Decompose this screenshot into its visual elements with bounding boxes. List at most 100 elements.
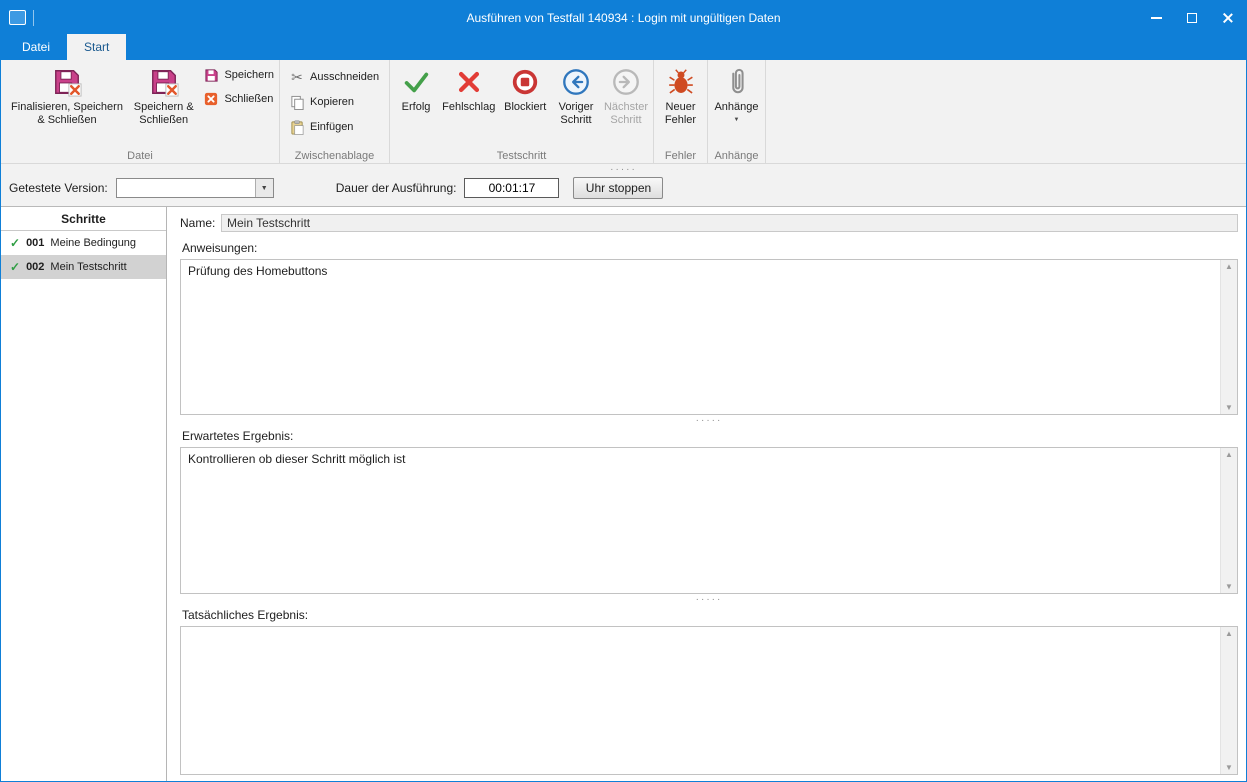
paste-button[interactable]: Einfügen	[289, 119, 384, 135]
group-label-testschritt: Testschritt	[390, 150, 653, 162]
expected-result-scrollbar[interactable]: ▲ ▼	[1220, 448, 1237, 593]
copy-button[interactable]: Kopieren	[289, 94, 384, 110]
paperclip-icon	[724, 66, 750, 98]
steps-panel: Schritte ✓ 001 Meine Bedingung ✓ 002 Mei…	[1, 207, 167, 781]
blocked-button[interactable]: Blockiert	[500, 63, 550, 147]
app-window: Ausführen von Testfall 140934 : Login mi…	[0, 0, 1247, 782]
scroll-up-icon[interactable]: ▲	[1225, 629, 1233, 638]
previous-step-button[interactable]: Voriger Schritt	[553, 63, 599, 147]
stop-clock-button[interactable]: Uhr stoppen	[573, 177, 663, 199]
instructions-splitter-grip[interactable]: ·····	[180, 416, 1238, 426]
instructions-text[interactable]: Prüfung des Homebuttons	[181, 260, 1220, 414]
scroll-up-icon[interactable]: ▲	[1225, 450, 1233, 459]
ribbon-empty-space	[766, 60, 1246, 163]
ribbon-group-anhaenge: Anhänge ▼ Anhänge	[708, 60, 766, 163]
failure-label: Fehlschlag	[442, 101, 495, 114]
previous-step-label: Voriger Schritt	[555, 101, 597, 127]
expected-result-label: Erwartetes Ergebnis:	[182, 429, 1238, 443]
duration-label: Dauer der Ausführung:	[336, 181, 457, 195]
group-label-anhaenge: Anhänge	[708, 150, 765, 162]
ribbon-group-datei: Finalisieren, Speichern & Schließen Spei…	[1, 60, 280, 163]
cut-button[interactable]: ✂ Ausschneiden	[289, 69, 384, 85]
scroll-down-icon[interactable]: ▼	[1225, 763, 1233, 772]
step-check-icon: ✓	[10, 260, 20, 274]
save-close-label: Speichern & Schließen	[132, 101, 195, 127]
previous-arrow-icon	[561, 66, 591, 98]
new-error-button[interactable]: Neuer Fehler	[657, 63, 704, 147]
group-label-fehler: Fehler	[654, 150, 707, 162]
paste-label: Einfügen	[310, 121, 353, 133]
scissors-icon: ✂	[289, 69, 305, 85]
finalize-save-close-label: Finalisieren, Speichern & Schließen	[6, 101, 128, 127]
close-window-button[interactable]	[1210, 1, 1246, 34]
step-label: Meine Bedingung	[50, 237, 136, 249]
tested-version-label: Getestete Version:	[9, 181, 108, 195]
ribbon-splitter-grip[interactable]: ·····	[1, 165, 1246, 175]
minimize-button[interactable]	[1138, 1, 1174, 34]
paste-icon	[289, 119, 305, 135]
attachments-dropdown-icon[interactable]: ▼	[734, 117, 740, 123]
success-label: Erfolg	[402, 101, 431, 114]
attachments-button[interactable]: Anhänge ▼	[711, 63, 762, 147]
failure-x-icon	[455, 66, 483, 98]
window-controls	[1138, 1, 1246, 34]
combobox-arrow-icon[interactable]: ▼	[255, 179, 273, 197]
scroll-up-icon[interactable]: ▲	[1225, 262, 1233, 271]
step-label: Mein Testschritt	[50, 261, 126, 273]
duration-input[interactable]	[464, 178, 559, 198]
save-close-icon	[149, 66, 179, 98]
bug-icon	[667, 66, 695, 98]
save-button[interactable]: Speichern	[203, 67, 274, 83]
save-icon	[203, 67, 219, 83]
save-close-button[interactable]: Speichern & Schließen	[130, 63, 197, 147]
titlebar-divider	[33, 10, 34, 26]
tested-version-combobox[interactable]: ▼	[116, 178, 274, 198]
step-item-002[interactable]: ✓ 002 Mein Testschritt	[1, 255, 166, 279]
close-button[interactable]: Schließen	[203, 91, 274, 107]
success-check-icon	[401, 66, 431, 98]
copy-icon	[289, 94, 305, 110]
next-arrow-icon	[611, 66, 641, 98]
finalize-save-close-button[interactable]: Finalisieren, Speichern & Schließen	[4, 63, 130, 147]
attachments-label: Anhänge	[714, 101, 758, 114]
content-area: Schritte ✓ 001 Meine Bedingung ✓ 002 Mei…	[1, 207, 1246, 781]
expected-splitter-grip[interactable]: ·····	[180, 595, 1238, 605]
maximize-icon	[1187, 13, 1197, 23]
new-error-label: Neuer Fehler	[659, 101, 702, 127]
ribbon: Finalisieren, Speichern & Schließen Spei…	[1, 60, 1246, 163]
failure-button[interactable]: Fehlschlag	[440, 63, 497, 147]
actual-result-scrollbar[interactable]: ▲ ▼	[1220, 627, 1237, 774]
app-icon	[9, 10, 26, 25]
tab-start[interactable]: Start	[67, 34, 126, 60]
execution-bar: ····· Getestete Version: ▼ Dauer der Aus…	[1, 163, 1246, 207]
actual-result-label: Tatsächliches Ergebnis:	[182, 608, 1238, 622]
close-icon	[1222, 12, 1234, 24]
scroll-down-icon[interactable]: ▼	[1225, 403, 1233, 412]
actual-result-text[interactable]	[181, 627, 1220, 774]
instructions-label: Anweisungen:	[182, 241, 1238, 255]
ribbon-tab-row: Datei Start	[1, 34, 1246, 60]
close-label: Schließen	[224, 93, 273, 105]
expected-result-text[interactable]: Kontrollieren ob dieser Schritt möglich …	[181, 448, 1220, 593]
actual-result-textarea[interactable]: ▲ ▼	[180, 626, 1238, 775]
instructions-textarea[interactable]: Prüfung des Homebuttons ▲ ▼	[180, 259, 1238, 415]
expected-result-textarea[interactable]: Kontrollieren ob dieser Schritt möglich …	[180, 447, 1238, 594]
maximize-button[interactable]	[1174, 1, 1210, 34]
tab-datei[interactable]: Datei	[5, 34, 67, 60]
ribbon-group-testschritt: Erfolg Fehlschlag	[390, 60, 654, 163]
group-label-datei: Datei	[1, 150, 279, 162]
step-number: 002	[26, 261, 44, 273]
cut-label: Ausschneiden	[310, 71, 379, 83]
step-item-001[interactable]: ✓ 001 Meine Bedingung	[1, 231, 166, 255]
next-step-button[interactable]: Nächster Schritt	[602, 63, 650, 147]
scroll-down-icon[interactable]: ▼	[1225, 582, 1233, 591]
steps-panel-header: Schritte	[1, 207, 166, 231]
window-title: Ausführen von Testfall 140934 : Login mi…	[1, 11, 1246, 25]
name-input[interactable]	[221, 214, 1238, 232]
group-label-zwischenablage: Zwischenablage	[280, 150, 389, 162]
success-button[interactable]: Erfolg	[395, 63, 437, 147]
step-detail-form: Name: Anweisungen: Prüfung des Homebutto…	[167, 207, 1246, 781]
ribbon-group-zwischenablage: ✂ Ausschneiden Kopieren	[280, 60, 390, 163]
instructions-scrollbar[interactable]: ▲ ▼	[1220, 260, 1237, 414]
next-step-label: Nächster Schritt	[604, 101, 648, 127]
